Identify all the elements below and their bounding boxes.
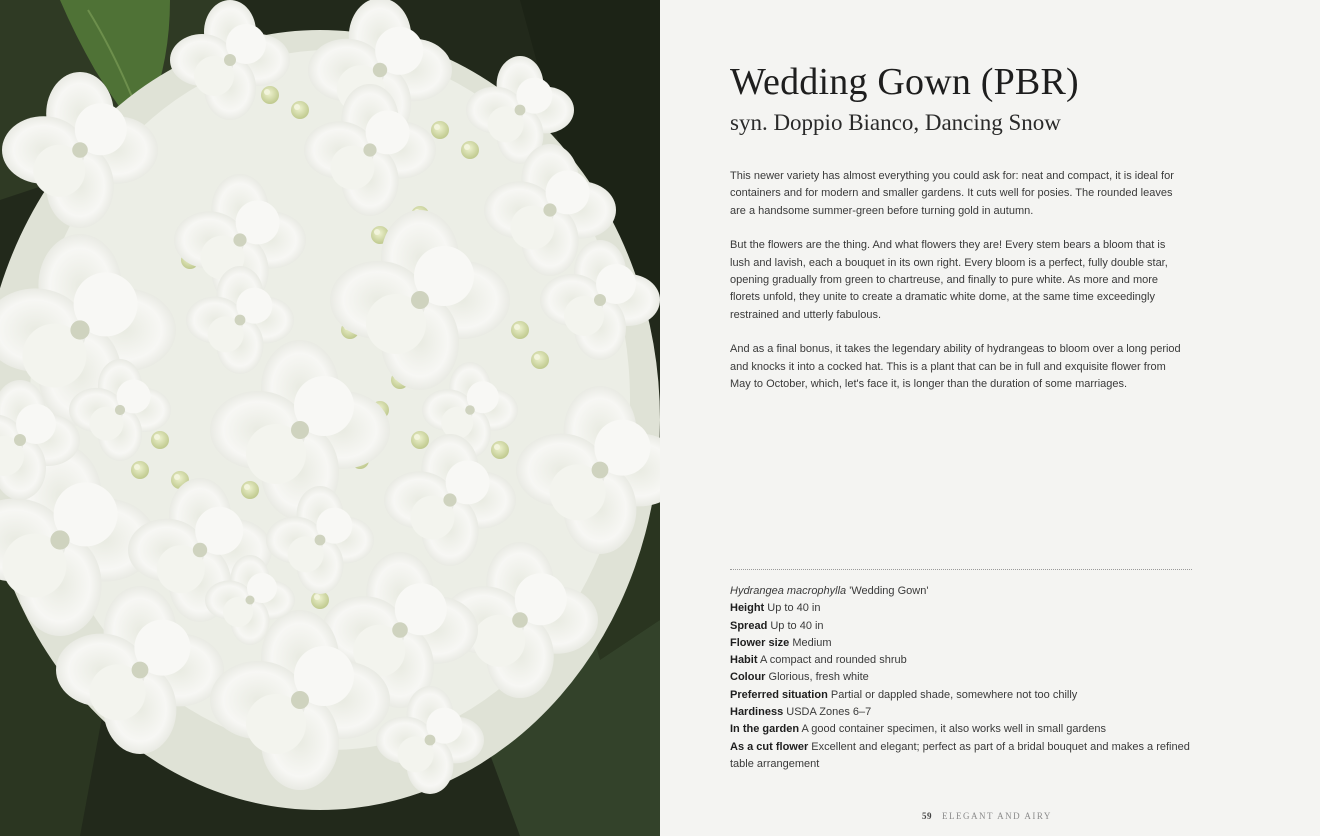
spec-label: Hardiness xyxy=(730,706,784,719)
spec-label: Habit xyxy=(730,654,758,667)
spec-botanical-name: Hydrangea macrophylla 'Wedding Gown' xyxy=(730,583,1190,600)
spec-row: Habit A compact and rounded shrub xyxy=(730,652,1190,669)
spec-row: Height Up to 40 in xyxy=(730,600,1190,617)
spec-value: A good container specimen, it also works… xyxy=(799,723,1107,736)
spec-label: Preferred situation xyxy=(730,688,828,701)
paragraph: And as a final bonus, it takes the legen… xyxy=(730,343,1181,391)
spec-value: Glorious, fresh white xyxy=(765,671,869,684)
spec-row: Spread Up to 40 in xyxy=(730,618,1190,635)
spec-value: Partial or dappled shade, somewhere not … xyxy=(827,688,1078,701)
spec-label: Colour xyxy=(730,671,766,684)
spec-label: Flower size xyxy=(730,636,790,649)
text-page: Wedding Gown (PBR) syn. Doppio Bianco, D… xyxy=(660,0,1320,836)
spec-value: Up to 40 in xyxy=(767,619,824,632)
spec-row: In the garden A good container specimen,… xyxy=(730,721,1190,738)
spec-row: Hardiness USDA Zones 6–7 xyxy=(730,704,1190,721)
page-footer: 59 ELEGANT AND AIRY xyxy=(922,811,1052,821)
spec-value: Up to 40 in xyxy=(764,602,821,615)
spec-row: Colour Glorious, fresh white xyxy=(730,669,1190,686)
spec-row: Flower size Medium xyxy=(730,635,1190,652)
hydrangea-illustration xyxy=(0,0,660,836)
spec-label: Spread xyxy=(730,619,768,632)
spec-row: Preferred situation Partial or dappled s… xyxy=(730,687,1190,704)
paragraph: But the flowers are the thing. And what … xyxy=(730,239,1168,321)
page-title: Wedding Gown (PBR) xyxy=(730,61,1079,103)
cultivar-name: 'Wedding Gown' xyxy=(846,585,929,597)
spec-value: Medium xyxy=(789,636,832,649)
dotted-divider xyxy=(730,569,1192,570)
spec-value: USDA Zones 6–7 xyxy=(783,706,872,719)
latin-name: Hydrangea macrophylla xyxy=(730,585,847,597)
section-name: ELEGANT AND AIRY xyxy=(942,811,1052,821)
spec-value: A compact and rounded shrub xyxy=(757,654,907,667)
page-number: 59 xyxy=(922,811,932,821)
description-text: This newer variety has almost everything… xyxy=(730,168,1185,410)
spec-row: As a cut flower Excellent and elegant; p… xyxy=(730,739,1190,774)
spec-label: Height xyxy=(730,602,765,615)
spec-label: As a cut flower xyxy=(730,740,809,753)
book-spread: Wedding Gown (PBR) syn. Doppio Bianco, D… xyxy=(0,0,1320,836)
page-subtitle: syn. Doppio Bianco, Dancing Snow xyxy=(730,110,1061,135)
plant-specs: Hydrangea macrophylla 'Wedding Gown' Hei… xyxy=(730,583,1190,773)
spec-label: In the garden xyxy=(730,723,800,736)
paragraph: This newer variety has almost everything… xyxy=(730,170,1174,217)
hydrangea-photo xyxy=(0,0,660,836)
